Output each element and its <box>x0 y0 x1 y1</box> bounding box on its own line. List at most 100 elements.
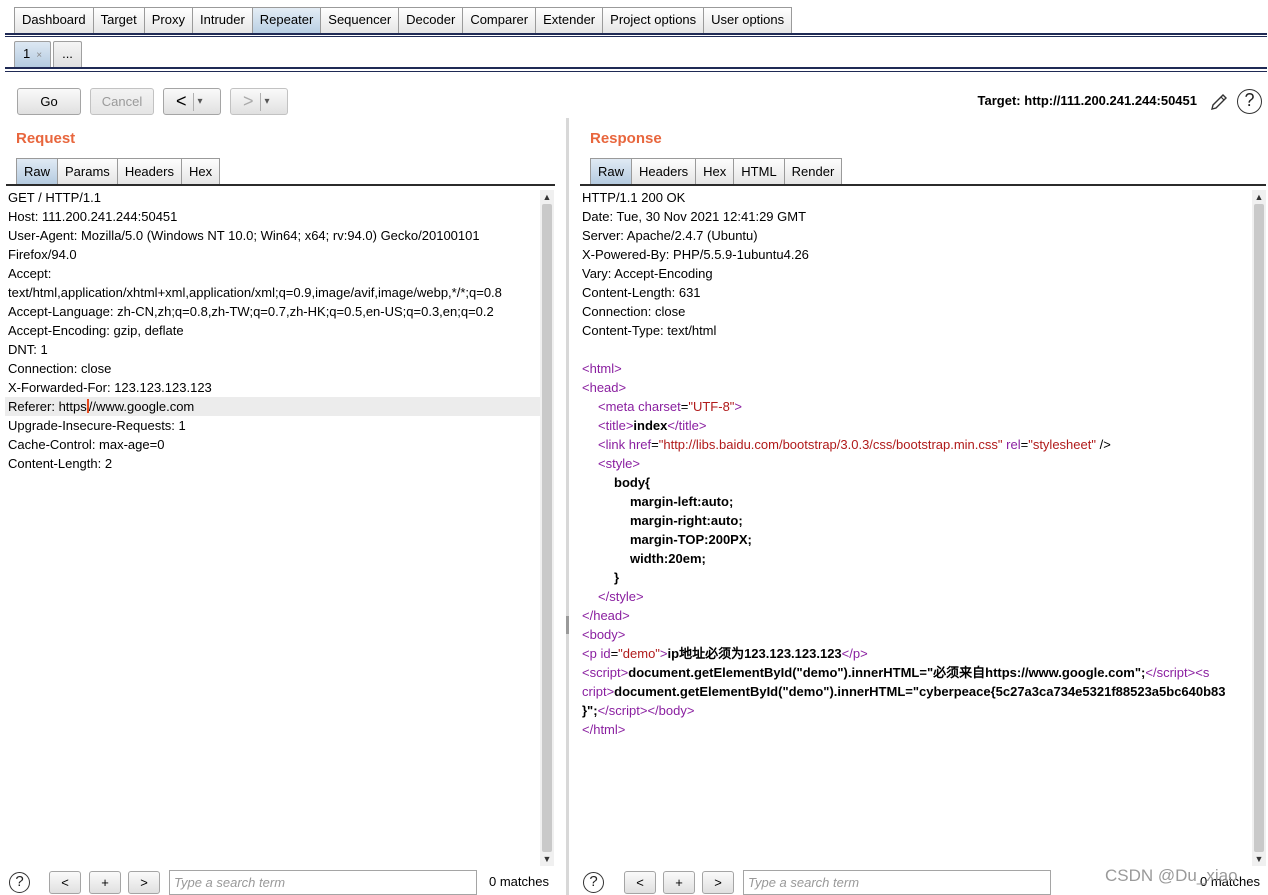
code-token: < <box>598 456 606 471</box>
code-token: "UTF-8" <box>688 399 735 414</box>
response-body-line: <meta charset="UTF-8"> <box>579 397 1251 416</box>
response-editor[interactable]: HTTP/1.1 200 OK Date: Tue, 30 Nov 2021 12… <box>579 188 1251 864</box>
code-token: < <box>582 608 590 623</box>
request-line: Referer: https//www.google.com <box>5 397 540 416</box>
main-tab-bar: Dashboard Target Proxy Intruder Repeater Sequ… <box>14 7 793 33</box>
request-search-next-button[interactable]: > <box>128 871 160 894</box>
tab-sequencer[interactable]: Sequencer <box>320 7 400 33</box>
response-body-line: <link href="http://libs.baidu.com/bootst… <box>579 435 1251 454</box>
split-divider[interactable] <box>566 118 569 895</box>
response-header-line: Connection: close <box>582 304 686 319</box>
go-button[interactable]: Go <box>17 88 81 115</box>
response-header-line: Vary: Accept-Encoding <box>582 266 713 281</box>
forward-arrow-icon: > <box>243 91 254 111</box>
code-token: script <box>608 703 640 718</box>
request-tab-raw[interactable]: Raw <box>16 158 59 185</box>
response-tabs: Raw Headers Hex HTML Render <box>590 158 843 185</box>
request-line: Host: 111.200.241.244:50451 <box>8 209 178 224</box>
code-token: html <box>593 722 618 737</box>
repeater-tab-more[interactable]: ... <box>53 41 82 67</box>
split-grip[interactable] <box>566 616 569 634</box>
response-tab-headers[interactable]: Headers <box>631 158 697 185</box>
tab-extender[interactable]: Extender <box>535 7 604 33</box>
code-token: charset <box>638 399 681 414</box>
code-token: > <box>860 646 868 661</box>
tab-comparer[interactable]: Comparer <box>462 7 537 33</box>
forward-button[interactable]: > ▾ <box>230 88 288 115</box>
code-token: > <box>659 646 668 661</box>
help-icon[interactable]: ? <box>1237 89 1262 114</box>
response-help-icon[interactable]: ? <box>583 872 604 893</box>
response-tab-html[interactable]: HTML <box>733 158 785 185</box>
response-header-line: Server: Apache/2.4.7 (Ubuntu) <box>582 228 758 243</box>
tab-target[interactable]: Target <box>92 7 145 33</box>
code-token: document.getElementById("demo").innerHTM… <box>628 665 1146 680</box>
request-line: Upgrade-Insecure-Requests: 1 <box>8 418 186 433</box>
edit-pencil-icon[interactable] <box>1208 91 1230 113</box>
code-token: /> <box>1095 437 1111 452</box>
tab-dashboard[interactable]: Dashboard <box>14 7 94 33</box>
close-icon[interactable]: × <box>36 50 42 61</box>
cancel-button[interactable]: Cancel <box>90 88 154 115</box>
tab-project-options[interactable]: Project options <box>602 7 705 33</box>
request-line: Accept-Encoding: gzip, deflate <box>8 323 184 338</box>
response-scrollbar[interactable]: ▲ ▼ <box>1252 190 1266 866</box>
code-token: link <box>605 437 626 452</box>
response-body-line: <title>index</title> <box>579 416 1251 435</box>
response-tab-hex[interactable]: Hex <box>695 158 735 185</box>
response-search-prev-button[interactable]: < <box>624 871 656 894</box>
code-token: < <box>582 380 590 395</box>
chevron-down-icon[interactable]: ▾ <box>192 92 207 111</box>
code-token: body{ <box>614 475 651 490</box>
code-token: > <box>734 399 743 414</box>
request-search-add-button[interactable]: + <box>89 871 121 894</box>
scroll-up-icon[interactable]: ▲ <box>1252 190 1266 204</box>
response-body-line: margin-right:auto; <box>579 511 1251 530</box>
request-tab-params[interactable]: Params <box>57 158 118 185</box>
code-token: > <box>614 361 622 376</box>
request-line: Accept: <box>8 266 52 281</box>
tab-decoder[interactable]: Decoder <box>398 7 464 33</box>
request-line: Connection: close <box>8 361 112 376</box>
scroll-down-icon[interactable]: ▼ <box>1252 852 1266 866</box>
code-token: < <box>667 418 675 433</box>
tab-user-options[interactable]: User options <box>703 7 793 33</box>
scroll-down-icon[interactable]: ▼ <box>540 852 554 866</box>
tab-intruder[interactable]: Intruder <box>191 7 253 33</box>
request-line: Content-Length: 2 <box>8 456 113 471</box>
scroll-thumb[interactable] <box>1254 204 1264 852</box>
request-tab-headers[interactable]: Headers <box>116 158 182 185</box>
request-search-prev-button[interactable]: < <box>49 871 81 894</box>
tab-bar-rule-thin <box>5 36 1267 37</box>
response-search-next-button[interactable]: > <box>702 871 734 894</box>
request-editor[interactable]: GET / HTTP/1.1 Host: 111.200.241.244:5045… <box>5 188 540 864</box>
request-scrollbar[interactable]: ▲ ▼ <box>540 190 554 866</box>
code-token: > <box>618 380 627 395</box>
code-token: document.getElementById("demo").innerHTM… <box>614 684 1226 699</box>
response-search-input[interactable] <box>743 870 1051 895</box>
back-button[interactable]: < ▾ <box>163 88 221 115</box>
request-line-text: //www.google.com <box>88 399 195 414</box>
response-tab-raw[interactable]: Raw <box>590 158 633 185</box>
code-token: margin-TOP:200PX; <box>630 532 752 547</box>
tab-proxy[interactable]: Proxy <box>143 7 193 33</box>
scroll-thumb[interactable] <box>542 204 552 852</box>
response-tab-render[interactable]: Render <box>783 158 843 185</box>
repeater-tab-1[interactable]: 1 × <box>14 41 52 67</box>
code-token: > <box>622 608 630 623</box>
request-search-input[interactable] <box>169 870 477 895</box>
response-body-line: } <box>579 568 1251 587</box>
sub-tab-rule <box>5 67 1267 69</box>
code-token: s <box>1202 665 1210 680</box>
request-tab-hex[interactable]: Hex <box>180 158 221 185</box>
response-body-line: </head> <box>579 606 1251 625</box>
scroll-up-icon[interactable]: ▲ <box>540 190 554 204</box>
response-search-add-button[interactable]: + <box>663 871 695 894</box>
tab-repeater[interactable]: Repeater <box>251 7 322 33</box>
chevron-down-icon[interactable]: ▾ <box>259 92 274 111</box>
response-body-line: <style> <box>579 454 1251 473</box>
request-help-icon[interactable]: ? <box>9 872 30 893</box>
